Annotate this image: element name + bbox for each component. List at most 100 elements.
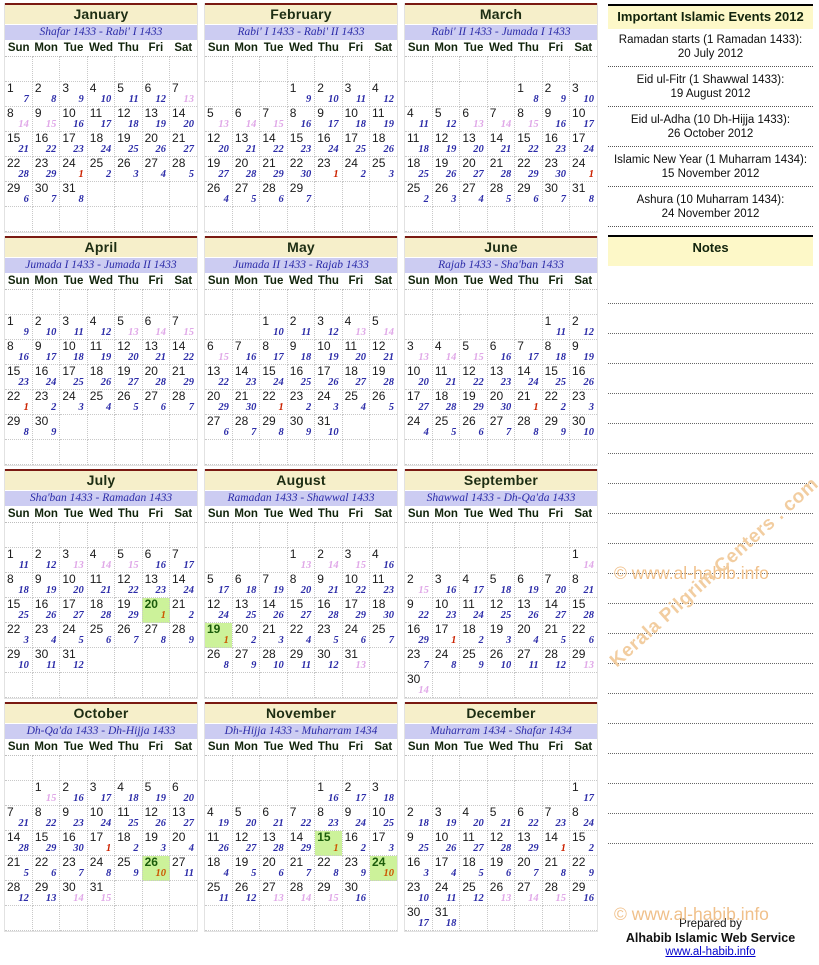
day-cell[interactable]: 17 [5,81,33,107]
day-cell[interactable]: 7 17 [169,547,197,573]
day-cell[interactable]: 23 2 [287,389,316,415]
day-cell[interactable]: 7 19 [259,572,288,598]
note-line[interactable] [608,544,813,574]
day-cell[interactable]: 18 5 [459,855,488,881]
day-cell[interactable]: 15 29 [32,830,61,856]
day-cell[interactable]: 20 28 [142,364,171,390]
day-cell[interactable]: 22 28 [5,156,33,182]
day-cell[interactable]: 8 14 [5,106,33,132]
day-cell[interactable]: 13 23 [142,572,171,598]
day-cell[interactable]: 19 25 [114,131,143,157]
day-cell[interactable]: 24 6 [342,622,371,648]
day-cell[interactable]: 25 11 [205,880,233,906]
day-cell[interactable]: 28 12 [5,880,33,906]
day-cell[interactable]: 9 23 [59,805,88,831]
day-cell[interactable]: 25 2 [405,181,433,207]
day-cell[interactable]: 7 21 [5,805,33,831]
day-cell[interactable]: 16 3 [405,855,433,881]
day-cell[interactable]: 13 23 [487,364,516,390]
day-cell[interactable]: 1 17 [569,780,597,806]
day-cell[interactable]: 18 27 [342,364,371,390]
day-cell[interactable]: 27 5 [232,181,261,207]
day-cell[interactable]: 1 15 [32,780,61,806]
day-cell[interactable]: 9 17 [32,339,61,365]
day-cell[interactable]: 22 1 [5,389,33,415]
day-cell[interactable]: 27 11 [514,647,543,673]
day-cell[interactable]: 20 2 [232,622,261,648]
day-cell[interactable]: 11 17 [87,106,116,132]
day-cell[interactable]: 5 15 [114,547,143,573]
day-cell[interactable]: 10 22 [342,572,371,598]
day-cell[interactable]: 29 16 [569,880,597,906]
day-cell[interactable]: 29 10 [5,647,33,673]
day-cell[interactable]: 14 27 [542,597,571,623]
day-cell[interactable]: 13 21 [232,131,261,157]
day-cell[interactable]: 17 27 [59,597,88,623]
day-cell[interactable]: 215 [5,855,33,881]
day-cell[interactable]: 18 [514,81,543,107]
day-cell[interactable]: 8 18 [5,572,33,598]
day-cell[interactable]: 30 9 [32,414,61,440]
day-cell[interactable]: 215 [542,622,571,648]
day-cell[interactable]: 29 11 [287,647,316,673]
day-cell[interactable]: 16 26 [569,364,597,390]
day-cell[interactable]: 18 28 [432,389,461,415]
day-cell[interactable]: 7 16 [232,339,261,365]
day-cell[interactable]: 25 6 [87,622,116,648]
day-cell[interactable]: 2 10 [32,314,61,340]
day-cell[interactable]: 21 29 [259,156,288,182]
day-cell[interactable]: 29 8 [259,414,288,440]
day-cell[interactable]: 20 29 [205,389,233,415]
day-cell[interactable]: 23 29 [32,156,61,182]
day-cell[interactable]: 28 7 [232,414,261,440]
day-cell[interactable]: 13 27 [169,805,197,831]
day-cell[interactable]: 22 1 [259,389,288,415]
day-cell[interactable]: 12 22 [114,572,143,598]
day-cell[interactable]: 17 3 [369,830,397,856]
day-cell[interactable]: 20 26 [142,131,171,157]
day-cell[interactable]: 9 18 [287,339,316,365]
day-cell[interactable]: 7 23 [542,805,571,831]
day-cell[interactable]: 16 22 [32,131,61,157]
day-cell[interactable]: 12 28 [487,830,516,856]
day-cell[interactable]: 19 6 [487,855,516,881]
day-cell[interactable]: 16 30 [59,830,88,856]
day-cell[interactable]: 23 7 [59,855,88,881]
day-cell[interactable]: 13 26 [514,597,543,623]
day-cell[interactable]: 19 26 [432,156,461,182]
day-cell[interactable]: 27 4 [459,181,488,207]
day-cell[interactable]: 12 25 [487,597,516,623]
day-cell[interactable]: 9 24 [342,805,371,831]
day-cell[interactable]: 24 3 [59,389,88,415]
day-cell[interactable]: 318 [59,181,88,207]
day-cell[interactable]: 5 12 [432,106,461,132]
day-cell[interactable]: 3 15 [342,547,371,573]
day-cell[interactable]: 8 24 [569,805,597,831]
day-cell[interactable]: 5 17 [205,572,233,598]
day-cell[interactable]: 217 [342,780,371,806]
day-cell[interactable]: 5 21 [487,805,516,831]
day-cell[interactable]: 3 17 [87,780,116,806]
day-cell[interactable]: 4 13 [342,314,371,340]
day-cell[interactable]: 26 5 [114,389,143,415]
day-cell[interactable]: 24 5 [59,622,88,648]
day-cell[interactable]: 7 17 [514,339,543,365]
day-cell[interactable]: 29 9 [542,414,571,440]
day-cell[interactable]: 212 [32,547,61,573]
day-cell[interactable]: 11 21 [432,364,461,390]
day-cell[interactable]: 4 17 [459,572,488,598]
day-cell[interactable]: 17 26 [314,364,343,390]
day-cell[interactable]: 23 10 [405,880,433,906]
day-cell[interactable]: 20 6 [259,855,288,881]
day-cell[interactable]: 1 13 [287,547,316,573]
note-line[interactable] [608,334,813,364]
day-cell[interactable]: 212 [169,597,197,623]
day-cell[interactable]: 18 25 [405,156,433,182]
day-cell[interactable]: 14 23 [232,364,261,390]
day-cell[interactable]: 10 16 [59,106,88,132]
day-cell[interactable]: 6 20 [169,780,197,806]
day-cell[interactable]: 19 3 [487,622,516,648]
day-cell[interactable]: 9 15 [32,106,61,132]
day-cell[interactable]: 19 28 [369,364,397,390]
day-cell[interactable]: 19 29 [114,597,143,623]
